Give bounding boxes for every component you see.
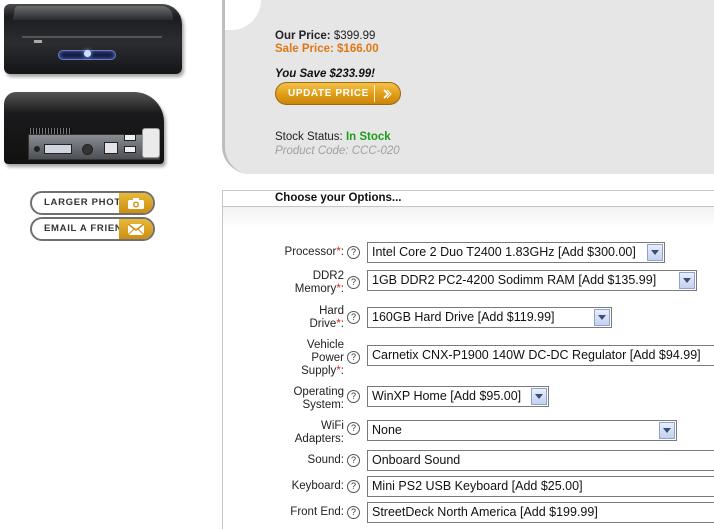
front-end-select[interactable]: StreetDeck North America [Add $199.99] [367,502,714,523]
you-save: You Save $233.99! [275,68,375,80]
option-label-text: Drive [309,318,337,330]
power-supply-select[interactable]: Carnetix CNX-P1900 140W DC-DC Regulator … [367,345,714,366]
larger-photo-label: LARGER PHOTO [44,197,129,208]
option-label: Operating System: [293,386,344,412]
email-friend-button[interactable]: EMAIL A FRIEND [30,217,155,241]
envelope-icon [119,219,153,239]
ethernet-port-icon [104,142,118,154]
option-label-text: Supply [301,365,337,377]
stock-status: Stock Status: In Stock [275,131,391,143]
wifi-select[interactable]: None [367,420,677,441]
select-value: WinXP Home [Add $95.00] [372,389,522,403]
sale-price-value: $166.00 [337,43,379,55]
option-label: Front End: [290,506,344,518]
audio-jacks [142,128,160,158]
select-value: StreetDeck North America [Add $199.99] [372,505,598,519]
update-price-button[interactable]: UPDATE PRICE [275,82,401,105]
options-header: Choose your Options... [223,191,714,207]
help-icon[interactable]: ? [347,276,360,289]
option-label-text: System: [302,399,344,411]
operating-system-select[interactable]: WinXP Home [Add $95.00] [367,386,549,407]
options-header-shade [223,207,714,227]
select-value: Mini PS2 USB Keyboard [Add $25.00] [372,479,583,493]
required-mark: * [336,318,341,330]
our-price-label: Our Price: [275,30,331,42]
hard-drive-select[interactable]: 160GB Hard Drive [Add $119.99] [367,307,612,328]
price-panel: Our Price: $399.99 Sale Price: $166.00 Y… [222,0,714,174]
processor-select[interactable]: Intel Core 2 Duo T2400 1.83GHz [Add $300… [367,242,665,263]
update-price-label: UPDATE PRICE [288,88,369,99]
required-mark: * [336,246,341,258]
chevron-down-icon[interactable] [647,244,663,261]
select-value: Carnetix CNX-P1900 140W DC-DC Regulator … [372,348,701,362]
our-price: Our Price: $399.99 [275,30,375,42]
stock-label: Stock Status: [275,131,343,143]
help-icon[interactable]: ? [347,480,360,493]
larger-photo-button[interactable]: LARGER PHOTO [30,191,155,215]
option-label: Hard Drive*: [309,305,344,330]
option-label-text: Adapters: [294,433,344,445]
stock-value: In Stock [345,131,391,143]
chevron-down-icon[interactable] [679,272,695,289]
email-friend-label: EMAIL A FRIEND [44,223,130,234]
product-code: Product Code: CCC-020 [275,145,400,157]
power-jack-icon [34,146,40,152]
option-label: WiFi Adapters: [295,420,344,446]
chevron-down-icon[interactable] [659,422,675,439]
sale-price-label: Sale Price: [275,43,334,55]
option-label: DDR2 Memory*: [294,270,344,295]
select-value: None [372,423,402,437]
sale-price: Sale Price: $166.00 [275,43,379,55]
required-mark: * [336,283,341,295]
option-label-text: Hard [319,305,344,317]
case-lid [12,6,176,20]
options-panel: Choose your Options... Processor*: ? Int… [222,190,714,529]
option-label: Vehicle Power Supply*: [301,339,344,377]
eject-button-graphic [34,40,42,43]
memory-select[interactable]: 1GB DDR2 PC2-4200 Sodimm RAM [Add $135.9… [367,270,697,291]
select-value: Onboard Sound [372,453,461,467]
chevron-down-icon[interactable] [594,309,610,326]
select-value: 160GB Hard Drive [Add $119.99] [372,310,555,324]
option-label-text: Memory [294,283,337,295]
sound-select[interactable]: Onboard Sound [367,450,714,471]
option-label-text: Processor [284,246,337,258]
help-icon[interactable]: ? [347,422,360,435]
help-icon[interactable]: ? [347,454,360,467]
option-label-text: Power [311,352,344,364]
option-label: Keyboard: [291,480,344,492]
option-label-text: WiFi [321,420,344,432]
usb-port-icon [124,146,136,153]
help-icon[interactable]: ? [347,246,360,259]
dvi-port-icon [44,144,72,154]
required-mark: * [336,365,341,377]
product-image-front [0,0,194,84]
product-image-back [0,88,194,174]
power-led-icon [84,50,91,57]
help-icon[interactable]: ? [347,351,360,364]
usb-port-icon [124,134,136,141]
select-value: Intel Core 2 Duo T2400 1.83GHz [Add $300… [372,245,636,259]
camera-icon [119,193,153,213]
option-label-text: Vehicle [306,339,344,351]
help-icon[interactable]: ? [347,311,360,324]
keyboard-select[interactable]: Mini PS2 USB Keyboard [Add $25.00] [367,476,714,497]
svideo-port-icon [82,144,93,155]
option-label: Processor*: [284,246,344,258]
arrow-right-icon [374,85,398,102]
drive-slot [22,36,162,38]
help-icon[interactable]: ? [347,390,360,403]
help-icon[interactable]: ? [347,506,360,519]
option-label: Sound: [307,454,344,466]
chevron-down-icon[interactable] [531,388,547,405]
select-value: 1GB DDR2 PC2-4200 Sodimm RAM [Add $135.9… [372,273,657,287]
option-label-text: DDR2 [312,270,344,282]
option-label-text: Operating [293,386,344,398]
our-price-value: $399.99 [333,30,376,42]
